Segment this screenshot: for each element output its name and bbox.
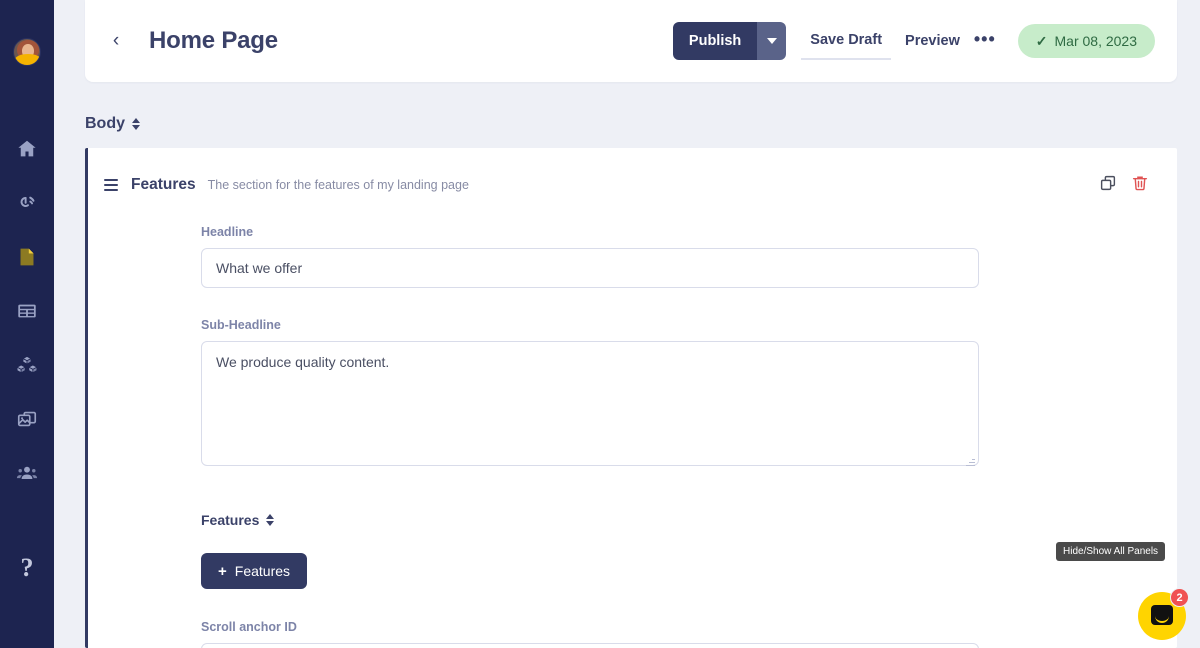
back-button[interactable]: ‹ — [103, 28, 129, 54]
sidebar-item-pages[interactable] — [0, 230, 54, 284]
status-badge-label: Mar 08, 2023 — [1054, 33, 1138, 49]
chat-widget-button[interactable]: 2 — [1138, 588, 1189, 640]
pages-icon — [16, 246, 38, 268]
field-subheadline: Sub-Headline — [201, 318, 979, 471]
field-label-subheadline: Sub-Headline — [201, 318, 281, 332]
subheadline-textarea-wrap — [201, 341, 979, 471]
card-header: Features The section for the features of… — [88, 148, 1177, 198]
avatar[interactable] — [13, 38, 41, 66]
help-icon[interactable]: ? — [0, 548, 54, 588]
headline-input[interactable] — [201, 248, 979, 288]
field-features-group: Features + Features — [201, 512, 308, 589]
sort-chevron-icon[interactable] — [132, 118, 140, 130]
users-icon — [16, 462, 38, 484]
publish-button[interactable]: Publish — [672, 22, 758, 60]
app-root: ? ‹ Home Page Publish Save Draft Preview… — [0, 0, 1200, 648]
add-features-button[interactable]: + Features — [201, 553, 308, 589]
duplicate-icon — [1099, 174, 1117, 197]
sidebar-item-tables[interactable] — [0, 284, 54, 338]
body-section-heading: Body — [85, 115, 140, 133]
field-scroll-anchor: Scroll anchor ID — [201, 620, 979, 648]
sidebar-item-components[interactable] — [0, 338, 54, 392]
chevron-up-icon — [132, 118, 140, 123]
avatar-body — [15, 54, 40, 65]
save-draft-button[interactable]: Save Draft — [801, 22, 892, 60]
field-label-headline: Headline — [201, 225, 254, 239]
sidebar-item-users[interactable] — [0, 446, 54, 500]
sidebar-item-media[interactable] — [0, 392, 54, 446]
chat-bubble-icon — [1151, 605, 1173, 625]
home-icon — [16, 138, 38, 160]
trash-icon — [1131, 174, 1149, 197]
duplicate-button[interactable] — [1095, 172, 1121, 198]
preview-button[interactable]: Preview — [905, 33, 960, 49]
field-headline: Headline — [201, 225, 979, 288]
check-icon: ✓ — [1035, 32, 1048, 49]
delete-button[interactable] — [1127, 172, 1153, 198]
left-sidebar: ? — [0, 0, 54, 648]
body-section-label: Body — [85, 115, 125, 132]
chevron-down-icon — [132, 125, 140, 130]
chevron-up-icon — [266, 514, 275, 519]
subheadline-textarea[interactable] — [201, 341, 979, 466]
drag-line — [104, 179, 118, 181]
publish-button-group: Publish — [672, 22, 787, 60]
media-icon — [16, 408, 38, 430]
tables-icon — [16, 300, 38, 322]
blog-icon — [16, 192, 38, 214]
chat-unread-badge: 2 — [1170, 588, 1189, 607]
publish-dropdown-button[interactable] — [757, 22, 787, 60]
status-badge[interactable]: ✓ Mar 08, 2023 — [1017, 24, 1155, 58]
sort-chevron-icon[interactable] — [266, 514, 275, 526]
add-features-label: Features — [234, 563, 291, 579]
scroll-anchor-input[interactable] — [201, 643, 979, 648]
page-title: Home Page — [149, 27, 278, 54]
drag-line — [104, 184, 118, 186]
plus-icon: + — [218, 562, 227, 580]
sidebar-item-home[interactable] — [0, 122, 54, 176]
features-group-label: Features — [201, 512, 260, 528]
drag-line — [104, 189, 118, 191]
chevron-down-icon — [766, 38, 777, 44]
sidebar-item-blog[interactable] — [0, 176, 54, 230]
page-header: ‹ Home Page Publish Save Draft Preview •… — [85, 0, 1177, 82]
tooltip-hide-show-panels: Hide/Show All Panels — [1056, 542, 1166, 561]
drag-handle-icon[interactable] — [102, 177, 120, 193]
card-title: Features — [131, 176, 196, 193]
more-options-button[interactable]: ••• — [974, 30, 996, 48]
sidebar-nav — [0, 122, 54, 500]
section-card-features: Features The section for the features of… — [85, 148, 1177, 648]
field-label-scroll-anchor: Scroll anchor ID — [201, 620, 297, 634]
features-group-heading: Features — [201, 512, 307, 528]
components-icon — [16, 354, 38, 376]
card-description: The section for the features of my landi… — [207, 178, 469, 192]
chevron-down-icon — [266, 521, 275, 526]
